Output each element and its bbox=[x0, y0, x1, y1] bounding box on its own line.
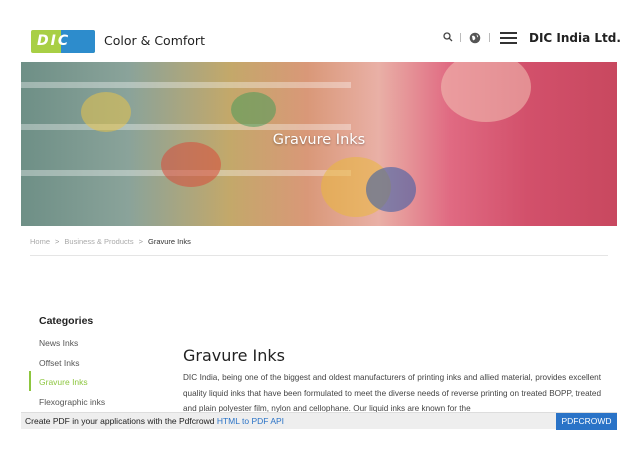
menu-icon[interactable] bbox=[500, 32, 517, 44]
sidebar-item-gravure-inks[interactable]: Gravure Inks bbox=[39, 377, 88, 387]
site-header: DIC Color & Comfort DIC India Ltd. bbox=[0, 0, 638, 62]
hero-shelf bbox=[21, 124, 351, 130]
breadcrumb-business-products[interactable]: Business & Products bbox=[64, 237, 133, 246]
search-icon[interactable] bbox=[443, 32, 453, 45]
chevron-right-icon: > bbox=[55, 237, 60, 246]
breadcrumb: Home > Business & Products > Gravure Ink… bbox=[30, 237, 191, 246]
active-indicator bbox=[29, 371, 31, 391]
hero-product bbox=[366, 167, 416, 212]
hero-product bbox=[81, 92, 131, 132]
divider bbox=[30, 255, 608, 256]
hero-product bbox=[161, 142, 221, 187]
hero-banner: Gravure Inks bbox=[21, 62, 617, 226]
dic-logo[interactable]: DIC bbox=[31, 30, 95, 53]
breadcrumb-home[interactable]: Home bbox=[30, 237, 50, 246]
hero-title: Gravure Inks bbox=[272, 132, 366, 148]
page-title: Gravure Inks bbox=[183, 346, 286, 365]
chevron-right-icon: > bbox=[138, 237, 143, 246]
pdfcrowd-text: Create PDF in your applications with the… bbox=[25, 416, 284, 426]
tagline: Color & Comfort bbox=[104, 33, 205, 48]
logo-text: DIC bbox=[37, 33, 71, 49]
header-separator bbox=[460, 33, 461, 42]
sidebar-item-offset-inks[interactable]: Offset Inks bbox=[39, 358, 79, 368]
globe-icon[interactable] bbox=[469, 32, 481, 47]
categories-title: Categories bbox=[39, 315, 94, 327]
breadcrumb-current: Gravure Inks bbox=[148, 237, 191, 246]
pdfcrowd-bar: Create PDF in your applications with the… bbox=[21, 412, 617, 430]
sidebar-item-flexographic-inks[interactable]: Flexographic inks bbox=[39, 397, 105, 407]
hero-person bbox=[441, 62, 531, 122]
company-name: DIC India Ltd. bbox=[529, 31, 621, 45]
hero-product bbox=[231, 92, 276, 127]
pdfcrowd-button[interactable]: PDFCROWD bbox=[556, 413, 617, 430]
sidebar-item-news-inks[interactable]: News Inks bbox=[39, 338, 78, 348]
hero-shelf bbox=[21, 82, 351, 88]
page-description: DIC India, being one of the biggest and … bbox=[183, 373, 601, 412]
pdfcrowd-text-label: Create PDF in your applications with the… bbox=[25, 416, 217, 426]
pdfcrowd-link[interactable]: HTML to PDF API bbox=[217, 416, 284, 426]
header-separator bbox=[489, 33, 490, 42]
